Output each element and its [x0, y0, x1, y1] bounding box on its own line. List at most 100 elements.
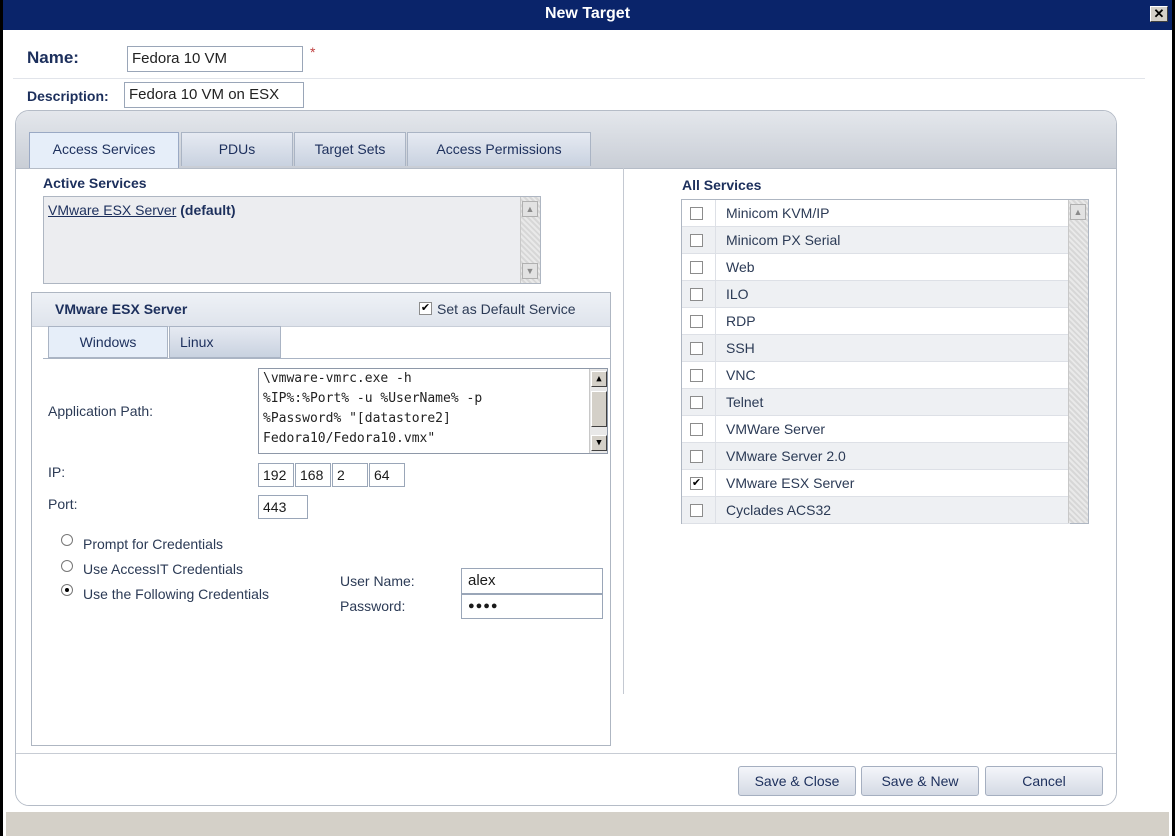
- dialog-title: New Target: [544, 5, 631, 22]
- service-checkbox[interactable]: [690, 261, 703, 274]
- service-checkbox[interactable]: [690, 234, 703, 247]
- list-item[interactable]: SSH: [682, 335, 1070, 362]
- service-config-box: [31, 292, 611, 746]
- cancel-button[interactable]: Cancel: [985, 766, 1103, 796]
- service-checkbox[interactable]: [690, 423, 703, 436]
- port-input[interactable]: 443: [258, 495, 308, 519]
- list-item[interactable]: ✔ VMware ESX Server: [682, 470, 1070, 497]
- active-services-title: Active Services: [43, 175, 147, 191]
- all-services-scrollbar[interactable]: ▲: [1068, 200, 1088, 523]
- service-name: VMWare Server: [726, 421, 826, 437]
- name-input[interactable]: Fedora 10 VM: [127, 46, 303, 72]
- port-label: Port:: [48, 496, 78, 512]
- service-name: VMware ESX Server: [726, 475, 855, 491]
- all-services-title: All Services: [682, 177, 762, 193]
- service-name: VNC: [726, 367, 756, 383]
- scroll-up-icon[interactable]: ▲: [1070, 204, 1086, 220]
- title-bar: New Target ✕: [3, 0, 1172, 30]
- service-checkbox[interactable]: [690, 342, 703, 355]
- list-item[interactable]: VMware ESX Server (default): [48, 202, 235, 218]
- service-name: SSH: [726, 340, 755, 356]
- ip-label: IP:: [48, 464, 66, 480]
- default-service-label: Set as Default Service: [437, 301, 576, 317]
- ip-octet-3[interactable]: 2: [332, 463, 368, 487]
- tab-access-services[interactable]: Access Services: [29, 132, 179, 168]
- ip-octet-2[interactable]: 168: [295, 463, 331, 487]
- list-item[interactable]: Telnet: [682, 389, 1070, 416]
- service-config-title: VMware ESX Server: [55, 301, 188, 317]
- service-name: Minicom PX Serial: [726, 232, 841, 248]
- app-path-textarea[interactable]: \vmware-vmrc.exe -h %IP%:%Port% -u %User…: [258, 368, 608, 454]
- service-checkbox[interactable]: [690, 315, 703, 328]
- default-tag: (default): [180, 202, 236, 218]
- active-services-scrollbar[interactable]: ▲ ▼: [520, 197, 540, 283]
- service-checkbox[interactable]: [690, 504, 703, 517]
- username-label: User Name:: [340, 573, 415, 589]
- required-mark: *: [310, 44, 316, 60]
- tab-pdus[interactable]: PDUs: [181, 132, 293, 166]
- scroll-up-icon[interactable]: ▲: [591, 371, 607, 387]
- list-item[interactable]: RDP: [682, 308, 1070, 335]
- new-target-dialog: New Target ✕ Name: Fedora 10 VM * Descri…: [0, 0, 1175, 836]
- column-divider: [623, 168, 624, 694]
- service-name: Minicom KVM/IP: [726, 205, 830, 221]
- tab-target-sets[interactable]: Target Sets: [294, 132, 406, 166]
- default-service-checkbox[interactable]: ✔: [419, 302, 432, 315]
- service-name: ILO: [726, 286, 749, 302]
- radio-following-label: Use the Following Credentials: [83, 586, 269, 602]
- window-bottom-edge: [6, 812, 1169, 836]
- description-label: Description:: [27, 88, 109, 104]
- list-item[interactable]: VNC: [682, 362, 1070, 389]
- app-path-scrollbar[interactable]: ▲ ▼: [589, 369, 607, 453]
- active-services-list: VMware ESX Server (default) ▲ ▼: [43, 196, 541, 284]
- ip-octet-4[interactable]: 64: [369, 463, 405, 487]
- app-path-line: %Password% "[datastore2]: [263, 411, 451, 426]
- password-label: Password:: [340, 598, 406, 614]
- list-item[interactable]: Minicom KVM/IP: [682, 200, 1070, 227]
- list-item[interactable]: Web: [682, 254, 1070, 281]
- close-icon[interactable]: ✕: [1150, 6, 1168, 22]
- list-item[interactable]: ILO: [682, 281, 1070, 308]
- divider: [13, 78, 1145, 79]
- save-new-button[interactable]: Save & New: [861, 766, 979, 796]
- radio-following-credentials[interactable]: [61, 584, 73, 596]
- app-path-line: %IP%:%Port% -u %UserName% -p: [263, 391, 483, 406]
- service-checkbox[interactable]: [690, 396, 703, 409]
- ip-octet-1[interactable]: 192: [258, 463, 294, 487]
- scroll-down-icon[interactable]: ▼: [591, 435, 607, 451]
- radio-prompt-label: Prompt for Credentials: [83, 536, 224, 552]
- active-service-link[interactable]: VMware ESX Server: [48, 202, 176, 218]
- service-checkbox[interactable]: ✔: [690, 477, 703, 490]
- service-checkbox[interactable]: [690, 450, 703, 463]
- app-path-line: Fedora10/Fedora10.vmx": [263, 431, 436, 446]
- service-name: VMware Server 2.0: [726, 448, 846, 464]
- radio-accessit-credentials[interactable]: [61, 560, 73, 572]
- service-name: Web: [726, 259, 755, 275]
- scroll-up-icon[interactable]: ▲: [522, 201, 538, 217]
- description-input[interactable]: Fedora 10 VM on ESX: [124, 82, 304, 108]
- list-item[interactable]: VMWare Server: [682, 416, 1070, 443]
- save-close-button[interactable]: Save & Close: [738, 766, 856, 796]
- list-item[interactable]: Minicom PX Serial: [682, 227, 1070, 254]
- radio-prompt-credentials[interactable]: [61, 534, 73, 546]
- service-checkbox[interactable]: [690, 369, 703, 382]
- scroll-thumb[interactable]: [591, 391, 607, 427]
- tab-access-permissions[interactable]: Access Permissions: [407, 132, 591, 166]
- service-checkbox[interactable]: [690, 207, 703, 220]
- radio-accessit-label: Use AccessIT Credentials: [83, 561, 244, 577]
- list-item[interactable]: Cyclades ACS32: [682, 497, 1070, 524]
- app-path-label: Application Path:: [48, 403, 154, 419]
- tab-linux[interactable]: Linux: [169, 326, 281, 358]
- username-input[interactable]: alex: [461, 568, 603, 594]
- name-label: Name:: [27, 48, 79, 67]
- service-name: Cyclades ACS32: [726, 502, 832, 518]
- list-item[interactable]: VMware Server 2.0: [682, 443, 1070, 470]
- scroll-down-icon[interactable]: ▼: [522, 263, 538, 279]
- password-input[interactable]: ●●●●: [461, 594, 603, 619]
- service-name: Telnet: [726, 394, 764, 410]
- all-services-table: Minicom KVM/IP Minicom PX Serial Web ILO…: [681, 199, 1089, 524]
- app-path-line: \vmware-vmrc.exe -h: [263, 371, 412, 386]
- service-checkbox[interactable]: [690, 288, 703, 301]
- service-name: RDP: [726, 313, 756, 329]
- tab-windows[interactable]: Windows: [48, 326, 168, 358]
